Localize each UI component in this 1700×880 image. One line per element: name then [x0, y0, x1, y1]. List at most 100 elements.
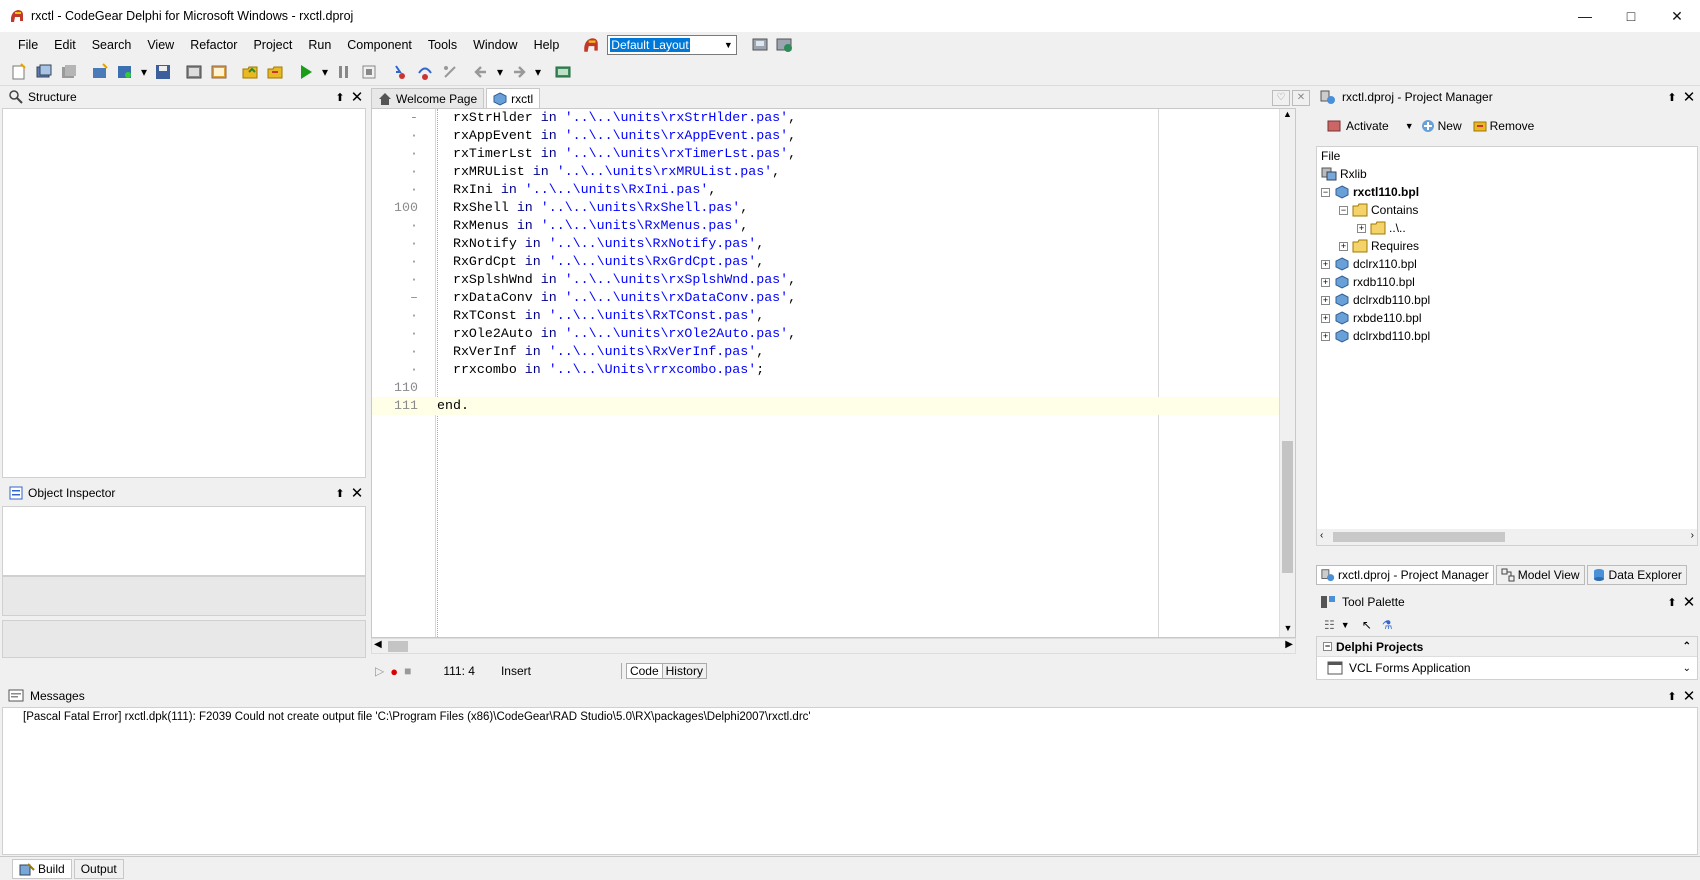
chevron-down-icon[interactable]: ▾: [495, 61, 505, 83]
scroll-right-icon[interactable]: ▶: [1285, 639, 1293, 650]
code-line[interactable]: · RxTConst in '..\..\units\RxTConst.pas'…: [372, 307, 1295, 325]
scroll-up-icon[interactable]: ⌃: [1683, 641, 1691, 652]
tab-build[interactable]: Build: [12, 858, 72, 879]
tab-rxctl[interactable]: rxctl: [486, 88, 541, 108]
expand-icon[interactable]: +: [1339, 241, 1348, 251]
code-line[interactable]: 110: [372, 379, 1295, 397]
chevron-down-icon[interactable]: ▾: [533, 61, 543, 83]
close-icon[interactable]: ✕: [348, 484, 366, 502]
view-form-icon[interactable]: [208, 61, 230, 83]
close-icon[interactable]: ✕: [1680, 88, 1698, 106]
code-line[interactable]: · RxNotify in '..\..\units\RxNotify.pas'…: [372, 235, 1295, 253]
open-project-icon[interactable]: [89, 61, 111, 83]
scroll-down-icon[interactable]: ⌄: [1683, 663, 1691, 674]
code-line[interactable]: – rxDataConv in '..\..\units\rxDataConv.…: [372, 289, 1295, 307]
pin-icon[interactable]: ⬆: [332, 487, 348, 500]
new-button[interactable]: New: [1438, 119, 1462, 133]
pin-icon[interactable]: ⬆: [1664, 91, 1680, 104]
vertical-scroll-thumb[interactable]: [1282, 441, 1293, 573]
tree-node-requires[interactable]: + Requires: [1339, 237, 1419, 255]
expand-icon[interactable]: +: [1321, 295, 1330, 305]
open-icon[interactable]: [33, 61, 55, 83]
horizontal-scroll-thumb[interactable]: [388, 641, 408, 652]
code-line[interactable]: · RxMenus in '..\..\units\RxMenus.pas',: [372, 217, 1295, 235]
close-window-button[interactable]: ✕: [1654, 0, 1700, 32]
help-book-icon[interactable]: [552, 61, 574, 83]
code-line[interactable]: · rxSplshWnd in '..\..\units\rxSplshWnd.…: [372, 271, 1295, 289]
tab-project-manager[interactable]: rxctl.dproj - Project Manager: [1316, 565, 1494, 585]
pin-icon[interactable]: ⬆: [1664, 596, 1680, 609]
pause-icon[interactable]: [333, 61, 355, 83]
layout-dropdown[interactable]: Default Layout ▼: [607, 35, 738, 55]
code-line[interactable]: 111 end.: [372, 397, 1295, 415]
tree-node-package[interactable]: + dclrxbd110.bpl: [1321, 327, 1430, 345]
view-unit-icon[interactable]: [183, 61, 205, 83]
expand-icon[interactable]: +: [1321, 277, 1330, 287]
menu-project[interactable]: Project: [245, 32, 300, 58]
expand-icon[interactable]: +: [1321, 259, 1330, 269]
tree-node-package[interactable]: + dclrxdb110.bpl: [1321, 291, 1430, 309]
menu-view[interactable]: View: [139, 32, 182, 58]
chevron-down-icon[interactable]: ▼: [1405, 121, 1414, 131]
object-inspector-grid[interactable]: [2, 506, 366, 576]
menu-edit[interactable]: Edit: [46, 32, 84, 58]
tree-node-contains-child[interactable]: + ..\..: [1357, 219, 1406, 237]
close-icon[interactable]: ✕: [1680, 593, 1698, 611]
code-line[interactable]: - rxStrHlder in '..\..\units\rxStrHlder.…: [372, 109, 1295, 127]
scroll-right-icon[interactable]: ›: [1691, 530, 1694, 541]
message-row[interactable]: [Pascal Fatal Error] rxctl.dpk(111): F20…: [3, 708, 1697, 726]
activate-icon[interactable]: [1326, 118, 1342, 134]
menu-help[interactable]: Help: [526, 32, 568, 58]
code-editor[interactable]: - rxStrHlder in '..\..\units\rxStrHlder.…: [371, 108, 1296, 638]
structure-view[interactable]: [2, 108, 366, 478]
tree-horizontal-scrollbar[interactable]: ‹ ›: [1317, 529, 1697, 545]
macro-stop-icon[interactable]: ■: [404, 664, 411, 678]
menu-component[interactable]: Component: [339, 32, 420, 58]
activate-button[interactable]: Activate: [1346, 119, 1389, 133]
tool-palette-list[interactable]: − Delphi Projects ⌃ VCL Forms Applicatio…: [1316, 636, 1698, 680]
expand-icon[interactable]: +: [1321, 313, 1330, 323]
code-line[interactable]: · rrxcombo in '..\..\Units\rrxcombo.pas'…: [372, 361, 1295, 379]
code-line[interactable]: · RxVerInf in '..\..\units\RxVerInf.pas'…: [372, 343, 1295, 361]
code-line[interactable]: · rxOle2Auto in '..\..\units\rxOle2Auto.…: [372, 325, 1295, 343]
expand-icon[interactable]: +: [1321, 331, 1330, 341]
scroll-left-icon[interactable]: ◀: [374, 639, 382, 650]
favorite-icon[interactable]: ♡: [1272, 90, 1290, 106]
code-line[interactable]: · RxGrdCpt in '..\..\units\RxGrdCpt.pas'…: [372, 253, 1295, 271]
pointer-icon[interactable]: ↖: [1362, 618, 1372, 632]
scroll-up-icon[interactable]: ▲: [1280, 109, 1295, 125]
code-line[interactable]: 100 RxShell in '..\..\units\RxShell.pas'…: [372, 199, 1295, 217]
close-icon[interactable]: ✕: [1680, 687, 1698, 705]
trace-into-icon[interactable]: [389, 61, 411, 83]
chevron-down-icon[interactable]: ▾: [320, 61, 330, 83]
stop-icon[interactable]: [358, 61, 380, 83]
tab-code[interactable]: Code: [625, 663, 663, 679]
tree-node-package[interactable]: + rxbde110.bpl: [1321, 309, 1422, 327]
close-file-icon[interactable]: [264, 61, 286, 83]
collapse-icon[interactable]: −: [1323, 642, 1332, 651]
tree-node-package[interactable]: + rxdb110.bpl: [1321, 273, 1415, 291]
step-over-icon[interactable]: [414, 61, 436, 83]
remove-button[interactable]: Remove: [1490, 119, 1535, 133]
tree-scroll-thumb[interactable]: [1333, 532, 1505, 542]
macro-play-icon[interactable]: ▷: [375, 664, 384, 678]
save-icon[interactable]: [152, 61, 174, 83]
maximize-button[interactable]: □: [1608, 0, 1654, 32]
pin-icon[interactable]: ⬆: [332, 91, 348, 104]
tab-history[interactable]: History: [662, 663, 707, 679]
chevron-down-icon[interactable]: ▼: [1341, 620, 1350, 630]
add-to-project-icon[interactable]: [114, 61, 136, 83]
tree-node-contains[interactable]: − Contains: [1339, 201, 1418, 219]
code-line[interactable]: · RxIni in '..\..\units\RxIni.pas',: [372, 181, 1295, 199]
menu-refactor[interactable]: Refactor: [182, 32, 245, 58]
menu-search[interactable]: Search: [84, 32, 140, 58]
tab-output[interactable]: Output: [73, 858, 124, 879]
filter-icon[interactable]: ⚗: [1382, 618, 1393, 632]
categories-icon[interactable]: ☷: [1324, 618, 1335, 632]
tree-node-active-package[interactable]: − rxctl110.bpl: [1321, 183, 1419, 201]
close-icon[interactable]: ✕: [348, 88, 366, 106]
forward-arrow-icon[interactable]: [508, 61, 530, 83]
menu-file[interactable]: File: [10, 32, 46, 58]
run-to-cursor-icon[interactable]: [439, 61, 461, 83]
vertical-scrollbar[interactable]: ▲ ▼: [1279, 109, 1295, 637]
